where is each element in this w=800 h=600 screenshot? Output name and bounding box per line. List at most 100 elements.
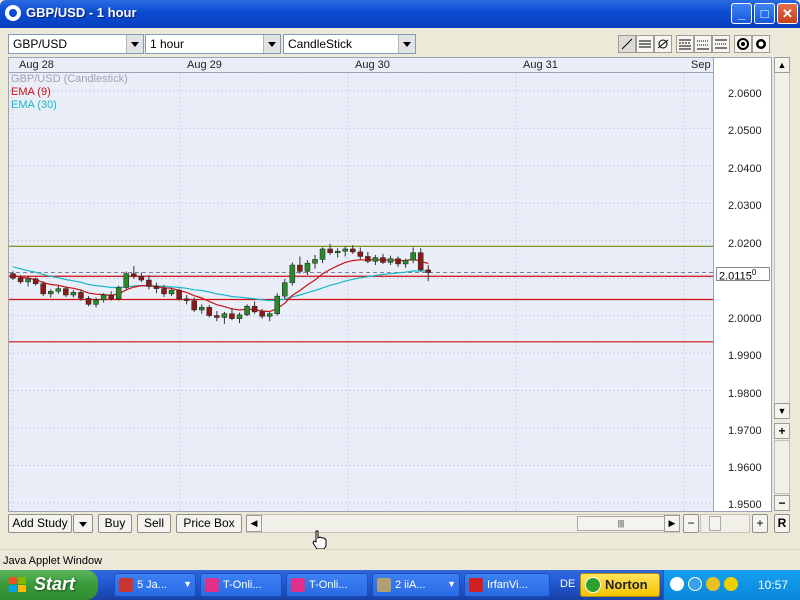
candle-body	[10, 273, 16, 279]
candle-body	[327, 248, 333, 253]
scroll-left-button[interactable]: ◀	[246, 515, 262, 532]
candle-body	[266, 313, 273, 317]
add-study-dropdown[interactable]	[73, 514, 93, 533]
chart-type-value: CandleStick	[288, 37, 353, 51]
candle-body	[48, 291, 54, 295]
taskbar-item[interactable]: 5 Ja... ▼	[114, 573, 196, 597]
plot-area[interactable]: GBP/USD (Candlestick) EMA (9) EMA (30)	[8, 72, 714, 512]
zoom-out-button[interactable]	[752, 35, 770, 53]
add-study-button[interactable]: Add Study	[8, 514, 72, 533]
draw-channel-button[interactable]	[654, 35, 672, 53]
language-indicator[interactable]: DE	[560, 578, 575, 590]
zoom-minus-button[interactable]: −	[774, 495, 790, 511]
start-button[interactable]: Start	[0, 570, 98, 600]
candle-body	[402, 259, 409, 265]
candle-body	[40, 283, 46, 295]
draw-hline-button[interactable]	[636, 35, 654, 53]
scroll-right-button[interactable]: ▶	[664, 515, 680, 532]
interval-value: 1 hour	[150, 37, 185, 51]
grid-button[interactable]	[694, 35, 712, 53]
price-axis: 2.0600 2.0500 2.0400 2.0300 2.0200 2.000…	[714, 57, 772, 512]
symbol-select[interactable]: GBP/USD	[8, 34, 144, 54]
channel-tool-icon	[657, 39, 669, 49]
date-label: Aug 28	[19, 59, 54, 71]
candle-body	[289, 264, 296, 283]
norton-button[interactable]: Norton	[580, 573, 660, 597]
time-zoom-slider[interactable]	[700, 514, 750, 533]
candle-body	[304, 262, 311, 272]
chevron-down-icon[interactable]	[263, 35, 280, 53]
norton-label: Norton	[605, 577, 648, 592]
scroll-up-button[interactable]: ▲	[774, 57, 790, 73]
check-icon	[585, 577, 601, 593]
window-title: GBP/USD - 1 hour	[26, 5, 137, 20]
candle-body	[244, 305, 250, 316]
date-label: Sep	[691, 59, 711, 71]
draw-line-button[interactable]	[618, 35, 636, 53]
price-tick: 2.0000	[728, 313, 762, 325]
sell-button[interactable]: Sell	[137, 514, 171, 533]
network-icon[interactable]	[688, 577, 702, 591]
candle-body	[108, 294, 114, 299]
zoom-plus-button[interactable]: +	[774, 423, 790, 439]
close-button[interactable]: ✕	[777, 3, 798, 24]
date-label: Aug 30	[355, 59, 390, 71]
interval-select[interactable]: 1 hour	[145, 34, 281, 54]
time-zoom-out-button[interactable]: −	[683, 514, 699, 533]
levels-button[interactable]	[712, 35, 730, 53]
taskbar-item[interactable]: IrfanVi...	[464, 573, 550, 597]
candle-body	[161, 288, 167, 295]
buy-button[interactable]: Buy	[98, 514, 132, 533]
date-axis: Aug 28 Aug 29 Aug 30 Aug 31 Sep	[8, 57, 714, 72]
chart-toolbar: GBP/USD 1 hour CandleStick	[4, 30, 796, 56]
grid-icon	[697, 40, 709, 50]
chevron-down-icon	[79, 522, 87, 527]
candle-body	[199, 307, 205, 311]
price-tick: 2.0300	[728, 200, 762, 212]
time-zoom-thumb[interactable]	[709, 516, 721, 531]
minimize-button[interactable]: _	[731, 3, 752, 24]
chevron-down-icon[interactable]	[398, 35, 415, 53]
security-icon[interactable]	[706, 577, 720, 591]
zoom-in-button[interactable]	[734, 35, 752, 53]
shield-icon[interactable]	[724, 577, 738, 591]
candle-body	[191, 300, 197, 311]
current-price-label: 2.01150	[716, 267, 770, 283]
taskbar-item[interactable]: 2 iiA... ▼	[372, 573, 460, 597]
tray-arrow-icon[interactable]	[670, 577, 684, 591]
candle-body	[425, 269, 431, 273]
taskbar-item[interactable]: T-Onli...	[200, 573, 282, 597]
candlestick-chart[interactable]	[9, 73, 713, 511]
scroll-down-button[interactable]: ▼	[774, 403, 790, 419]
chart-area[interactable]: Aug 28 Aug 29 Aug 30 Aug 31 Sep GBP/USD …	[8, 57, 772, 512]
candle-body	[312, 259, 318, 264]
reset-button[interactable]: R	[774, 514, 790, 533]
scroll-thumb[interactable]: |||	[577, 516, 665, 531]
taskbar-item-label: T-Onli...	[309, 579, 348, 591]
candle-body	[153, 286, 160, 289]
vertical-scrollbar[interactable]: ▲ ▼	[774, 57, 790, 419]
date-label: Aug 31	[523, 59, 558, 71]
chart-type-select[interactable]: CandleStick	[283, 34, 416, 54]
chevron-down-icon[interactable]	[126, 35, 143, 53]
chevron-down-icon: ▼	[447, 579, 456, 589]
price-tick: 1.9500	[728, 499, 762, 511]
fib-button[interactable]	[676, 35, 694, 53]
time-zoom-in-button[interactable]: +	[752, 514, 768, 533]
clock: 10:57	[757, 578, 788, 592]
taskbar-item[interactable]: T-Onli...	[286, 573, 368, 597]
chart-app-icon	[377, 578, 391, 592]
candle-body	[85, 298, 92, 305]
price-tick: 2.0200	[728, 238, 762, 250]
candle-body	[123, 273, 129, 288]
current-price: 2.0115	[719, 270, 752, 283]
candle-body	[183, 298, 190, 301]
zoom-scrollbar[interactable]	[774, 440, 790, 494]
t-online-icon	[291, 578, 305, 592]
price-box-button[interactable]: Price Box	[176, 514, 242, 533]
candle-body	[387, 258, 394, 263]
target-icon	[756, 39, 766, 49]
maximize-button[interactable]: □	[754, 3, 775, 24]
price-tick: 1.9700	[728, 425, 762, 437]
candle-body	[372, 257, 379, 262]
